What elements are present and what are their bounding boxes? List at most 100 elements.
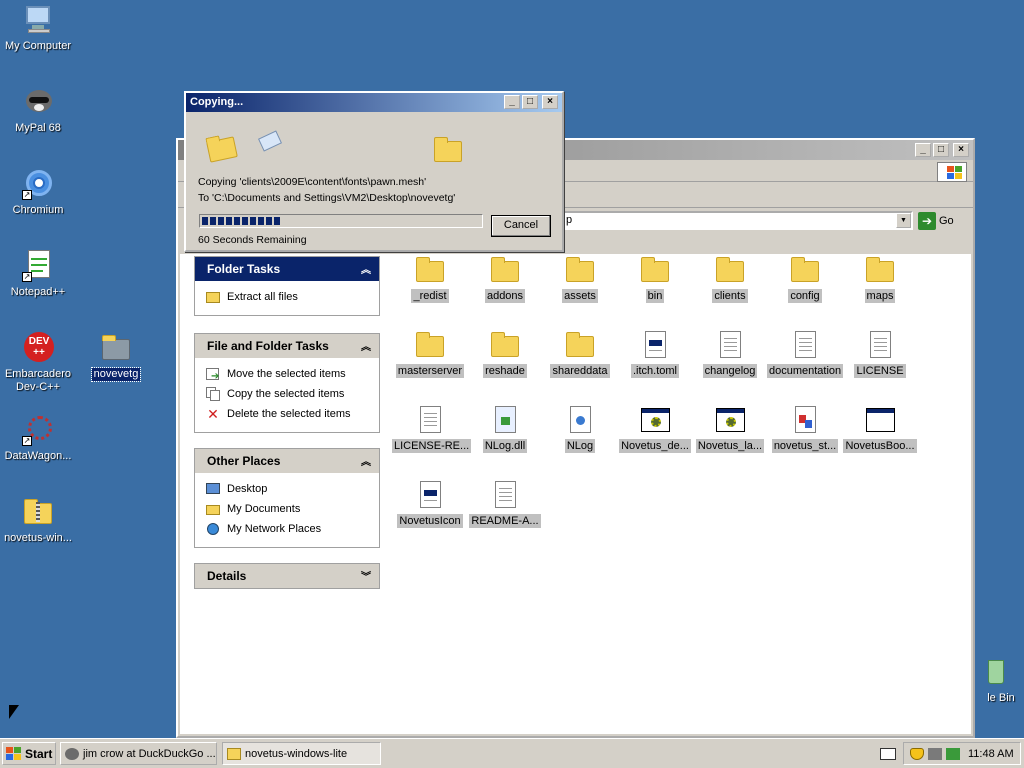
other-places-panel: Other Places ︽ Desktop My Documents My N… (194, 448, 380, 548)
desktop-icon-novetus-zip[interactable]: novetus-win... (0, 496, 76, 545)
desktop-icon-novevetg-folder[interactable]: novevetg (78, 332, 154, 382)
details-header[interactable]: Details ︾ (195, 564, 379, 588)
desktop-icon-my-computer[interactable]: My Computer (0, 4, 76, 53)
copy-progress-dialog: Copying... _ □ × Copying 'clients\2009E\… (184, 91, 564, 252)
file-item[interactable]: NLog (542, 404, 618, 453)
text-file-icon (864, 329, 896, 361)
chromium-icon: ↗ (22, 168, 54, 200)
desktop-icon-chromium[interactable]: ↗ Chromium (0, 168, 76, 217)
raccoon-icon (65, 747, 79, 760)
file-item[interactable]: changelog (692, 329, 768, 378)
folder-icon (414, 254, 446, 286)
file-item[interactable]: Novetus_de... (617, 404, 693, 453)
task-delete-items[interactable]: ✕ Delete the selected items (205, 404, 369, 424)
text-file-icon (789, 329, 821, 361)
file-item[interactable]: clients (692, 254, 768, 303)
place-desktop[interactable]: Desktop (205, 479, 369, 499)
address-dropdown-button[interactable]: ▼ (896, 213, 911, 228)
desktop-icon-label: DataWagon... (4, 450, 72, 462)
file-item[interactable]: _redist (392, 254, 468, 303)
security-shield-icon[interactable] (910, 747, 924, 760)
file-item[interactable]: masterserver (392, 329, 468, 378)
file-item[interactable]: .itch.toml (617, 329, 693, 378)
folder-icon (414, 329, 446, 361)
file-item[interactable]: bin (617, 254, 693, 303)
go-button[interactable]: ➔ Go (918, 211, 954, 231)
media-file-icon (789, 404, 821, 436)
speaker-icon[interactable] (946, 747, 960, 760)
minimize-button[interactable]: _ (915, 143, 931, 157)
place-my-documents[interactable]: My Documents (205, 499, 369, 519)
file-item[interactable]: NovetusBoo... (842, 404, 918, 453)
file-item[interactable]: shareddata (542, 329, 618, 378)
address-input[interactable]: p ▼ (561, 211, 913, 230)
expand-icon[interactable]: ︾ (361, 568, 371, 583)
place-network[interactable]: My Network Places (205, 519, 369, 539)
xml-file-icon (564, 404, 596, 436)
close-button[interactable]: × (542, 95, 558, 109)
desktop-icon-label: novetus-win... (4, 532, 72, 544)
file-folder-tasks-panel: File and Folder Tasks ︽ ➔ Move the selec… (194, 333, 380, 433)
desktop-icon-mypal[interactable]: MyPal 68 (0, 86, 76, 135)
file-item[interactable]: NovetusIcon (392, 479, 468, 528)
application-icon (714, 404, 746, 436)
folder-icon (864, 254, 896, 286)
mouse-cursor-icon (9, 705, 19, 719)
devcpp-icon: DEV ++ (22, 332, 54, 364)
task-extract-all[interactable]: Extract all files (205, 287, 369, 307)
file-item[interactable]: maps (842, 254, 918, 303)
desktop-icon-datawagon[interactable]: ↗ DataWagon... (0, 414, 76, 463)
folder-icon (100, 332, 132, 364)
keyboard-icon[interactable] (880, 748, 896, 760)
windows-flag-icon (6, 746, 22, 761)
clock[interactable]: 11:48 AM (968, 748, 1014, 760)
collapse-icon[interactable]: ︽ (361, 261, 371, 276)
copy-progress-bar (199, 214, 483, 228)
file-item[interactable]: addons (467, 254, 543, 303)
system-tray: 11:48 AM (903, 742, 1021, 765)
file-item[interactable]: NLog.dll (467, 404, 543, 453)
progress-block (242, 217, 248, 225)
other-places-header[interactable]: Other Places ︽ (195, 449, 379, 473)
start-button[interactable]: Start (2, 742, 56, 765)
file-item[interactable]: config (767, 254, 843, 303)
task-copy-items[interactable]: Copy the selected items (205, 384, 369, 404)
file-item[interactable]: novetus_st... (767, 404, 843, 453)
folder-tasks-header[interactable]: Folder Tasks ︽ (195, 257, 379, 281)
cancel-button[interactable]: Cancel (491, 215, 551, 237)
taskbar-button-explorer[interactable]: novetus-windows-lite (222, 742, 381, 765)
destination-folder-icon (432, 134, 464, 166)
collapse-icon[interactable]: ︽ (361, 338, 371, 353)
progress-block (266, 217, 272, 225)
close-button[interactable]: × (953, 143, 969, 157)
file-folder-tasks-header[interactable]: File and Folder Tasks ︽ (195, 334, 379, 358)
taskbar-button-browser[interactable]: jim crow at DuckDuckGo ... (60, 742, 217, 765)
folder-icon (564, 254, 596, 286)
task-move-items[interactable]: ➔ Move the selected items (205, 364, 369, 384)
folder-icon (639, 254, 671, 286)
file-item[interactable]: reshade (467, 329, 543, 378)
progress-block (202, 217, 208, 225)
desktop-icon (205, 482, 221, 496)
flying-paper-icon (257, 130, 283, 152)
file-item[interactable]: LICENSE (842, 329, 918, 378)
file-item[interactable]: assets (542, 254, 618, 303)
collapse-icon[interactable]: ︽ (361, 453, 371, 468)
file-item[interactable]: README-A... (467, 479, 543, 528)
file-item[interactable]: LICENSE-RE... (392, 404, 472, 453)
dialog-title-bar[interactable]: Copying... _ □ × (186, 93, 562, 112)
text-file-icon (714, 329, 746, 361)
desktop-icon-notepadpp[interactable]: ↗ Notepad++ (0, 250, 76, 299)
zip-folder-icon (22, 496, 54, 528)
file-item[interactable]: Novetus_la... (692, 404, 768, 453)
minimize-button[interactable]: _ (504, 95, 520, 109)
maximize-button[interactable]: □ (933, 143, 949, 157)
time-remaining-text: 60 Seconds Remaining (198, 234, 307, 246)
go-label: Go (939, 215, 954, 227)
network-icon[interactable] (928, 747, 942, 760)
desktop-icon-devcpp[interactable]: DEV ++ Embarcadero Dev-C++ (0, 332, 76, 394)
file-item[interactable]: documentation (767, 329, 844, 378)
maximize-button[interactable]: □ (522, 95, 538, 109)
source-folder-icon (206, 132, 238, 164)
network-places-icon (205, 522, 221, 536)
